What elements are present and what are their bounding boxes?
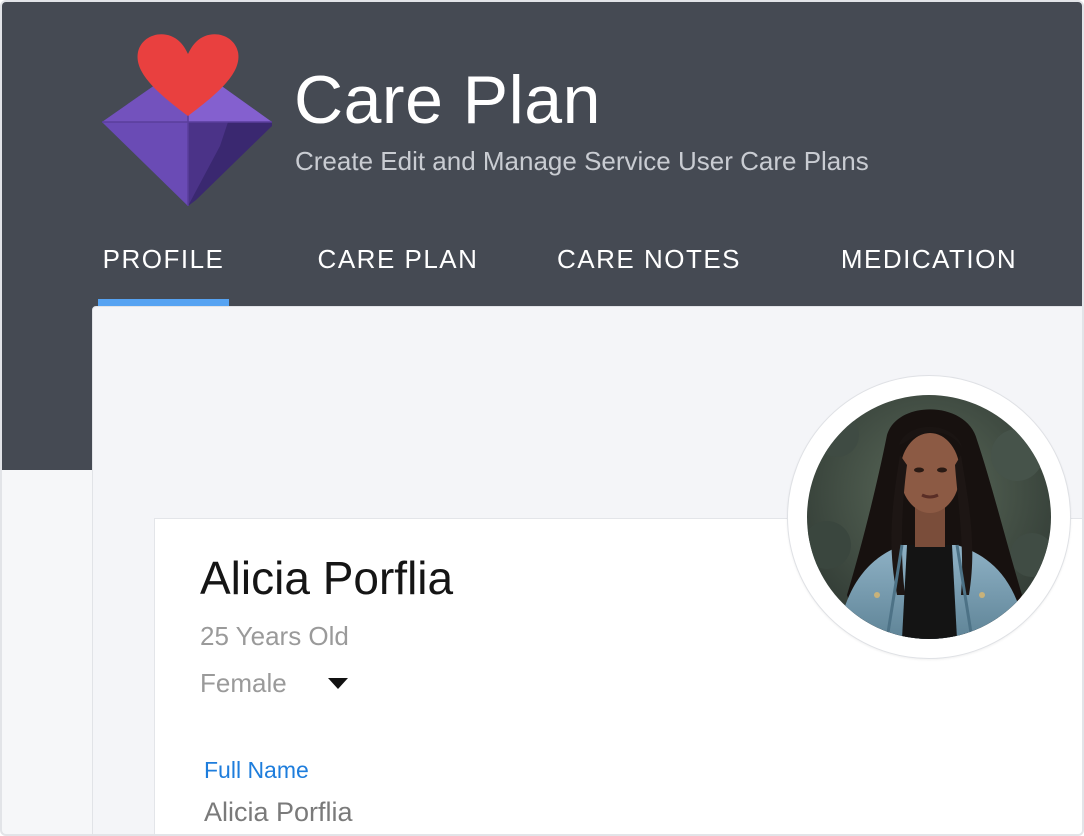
heart-envelope-logo-icon: [102, 34, 272, 206]
full-name-value[interactable]: Alicia Porflia: [204, 796, 353, 828]
profile-photo-avatar[interactable]: [807, 395, 1051, 639]
gender-dropdown[interactable]: Female: [200, 666, 360, 700]
app-subtitle: Create Edit and Manage Service User Care…: [295, 146, 869, 176]
profile-photo-icon: [807, 395, 1051, 639]
caret-down-icon: [328, 678, 348, 689]
full-name-label: Full Name: [204, 757, 309, 783]
tab-bar: PROFILE CARE PLAN CARE NOTES MEDICATION: [2, 224, 1082, 306]
profile-name: Alicia Porflia: [200, 552, 454, 604]
tab-medication[interactable]: MEDICATION: [834, 224, 1024, 306]
active-tab-indicator: [98, 299, 229, 306]
tab-profile[interactable]: PROFILE: [98, 224, 229, 306]
app-window: Care Plan Create Edit and Manage Service…: [0, 0, 1084, 836]
app-title: Care Plan: [294, 62, 601, 138]
tab-care-plan[interactable]: CARE PLAN: [308, 224, 488, 306]
tab-care-notes[interactable]: CARE NOTES: [554, 224, 744, 306]
profile-age: 25 Years Old: [200, 621, 349, 651]
gender-value: Female: [200, 668, 287, 698]
